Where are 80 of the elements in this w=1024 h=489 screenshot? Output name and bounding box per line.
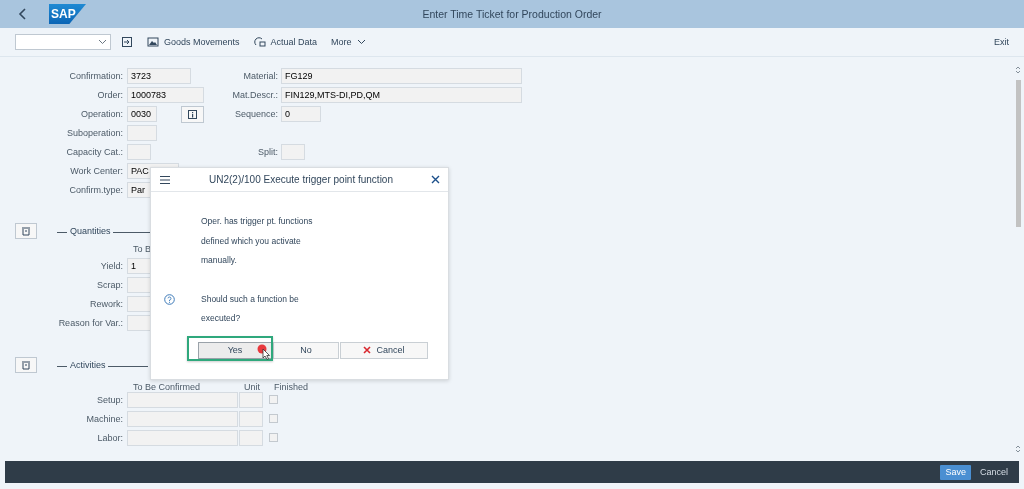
scrollbar[interactable] — [1015, 65, 1021, 454]
field-label: Work Center: — [69, 165, 124, 178]
field-label: Rework: — [89, 298, 124, 311]
column-header: Finished — [274, 382, 309, 392]
section-title: Quantities — [70, 226, 111, 236]
input-field[interactable]: 0 — [281, 106, 321, 122]
input-field[interactable]: 0030 — [127, 106, 157, 122]
field-label: Yield: — [99, 260, 124, 273]
menu-icon[interactable] — [159, 174, 171, 185]
footer-button[interactable]: Cancel — [975, 464, 1013, 480]
image-icon — [147, 36, 159, 48]
window-title: Enter Time Ticket for Production Order — [422, 8, 602, 20]
field-label: Mat.Descr.: — [231, 89, 279, 102]
exit-button[interactable]: Exit — [994, 37, 1009, 47]
field-label: Sequence: — [233, 108, 279, 121]
toolbar-button[interactable]: Goods Movements — [147, 36, 240, 48]
collapse-icon — [21, 360, 31, 370]
input-field[interactable] — [239, 411, 263, 427]
field-label: Operation: — [79, 108, 124, 121]
field-label: Scrap: — [96, 279, 124, 292]
info-button[interactable] — [181, 106, 204, 123]
input-field[interactable] — [127, 411, 238, 427]
field-label: Labor: — [96, 432, 124, 445]
select-field[interactable] — [15, 34, 111, 50]
input-field[interactable] — [127, 125, 157, 141]
checkbox[interactable] — [269, 395, 278, 404]
collapse-icon — [21, 226, 31, 236]
dialog-title: UN2(2)/100 Execute trigger point function — [208, 174, 394, 185]
more-menu[interactable]: More — [331, 37, 366, 47]
question-text: Should such a function be — [201, 292, 300, 306]
back-icon[interactable] — [17, 8, 29, 20]
toolbar-button[interactable]: Actual Data — [253, 36, 318, 48]
cursor-icon — [257, 343, 271, 360]
checkbox[interactable] — [269, 433, 278, 442]
column-header: To Be Confirmed — [133, 382, 202, 392]
scrollbar-thumb[interactable] — [1016, 80, 1021, 227]
input-field[interactable]: FIN129,MTS-DI,PD,QM — [281, 87, 522, 103]
section-title: Activities — [70, 360, 106, 370]
message-text: manually. — [201, 254, 238, 267]
input-field[interactable] — [127, 392, 238, 408]
caret-icon — [356, 39, 366, 45]
input-field[interactable] — [127, 430, 238, 446]
input-field[interactable]: 1000783 — [127, 87, 204, 103]
column-header: Unit — [244, 382, 261, 392]
message-text: Oper. has trigger pt. functions — [201, 215, 314, 228]
collapse-button[interactable] — [15, 223, 37, 239]
scroll-arrows-icon[interactable] — [1015, 444, 1021, 454]
input-field[interactable]: 3723 — [127, 68, 191, 84]
input-field[interactable] — [239, 430, 263, 446]
dialog-button[interactable]: Yes — [198, 341, 272, 359]
scroll-arrows-icon[interactable] — [1015, 65, 1021, 75]
cancel-icon — [363, 346, 372, 354]
checkbox[interactable] — [269, 414, 278, 423]
message-text: defined which you activate — [201, 234, 302, 248]
collapse-button[interactable] — [15, 357, 37, 373]
dialog-button[interactable]: No — [273, 341, 339, 359]
field-label: Reason for Var.: — [57, 317, 124, 330]
field-label: Material: — [242, 70, 279, 83]
export-icon[interactable] — [121, 36, 133, 48]
field-label: Confirm.type: — [68, 184, 124, 197]
field-label: Split: — [257, 146, 279, 159]
refresh-icon — [253, 36, 266, 48]
close-icon[interactable] — [431, 175, 440, 184]
caret-icon — [98, 39, 107, 45]
input-field[interactable] — [127, 144, 151, 160]
input-field[interactable] — [281, 144, 305, 160]
input-field[interactable] — [239, 392, 263, 408]
field-label: Capacity Cat.: — [65, 146, 124, 159]
field-label: Confirmation: — [68, 70, 124, 83]
question-text: executed? — [201, 312, 242, 325]
dialog-button[interactable]: Cancel — [340, 341, 428, 359]
input-field[interactable]: FG129 — [281, 68, 522, 84]
logo: SAP — [49, 4, 86, 24]
question-icon — [164, 293, 175, 305]
field-label: Suboperation: — [65, 127, 124, 140]
field-label: Order: — [96, 89, 124, 102]
field-label: Setup: — [95, 394, 124, 407]
column-header: To B — [133, 243, 151, 254]
info-icon — [188, 110, 197, 119]
field-label: Machine: — [85, 413, 124, 426]
